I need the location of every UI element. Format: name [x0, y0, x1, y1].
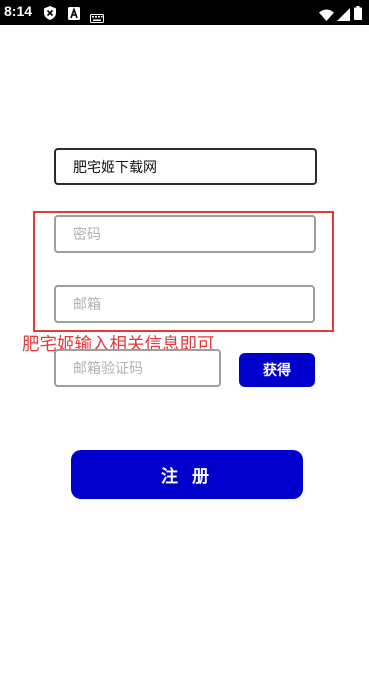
shield-icon: [44, 5, 56, 24]
a-box-icon: [68, 5, 80, 24]
code-placeholder: 邮箱验证码: [73, 361, 143, 377]
register-label: 注 册: [161, 467, 213, 487]
status-time: 8:14: [4, 3, 33, 19]
get-code-label: 获得: [263, 363, 291, 379]
register-button[interactable]: 注 册: [71, 450, 303, 499]
username-field[interactable]: 肥宅姬下载网: [54, 148, 317, 185]
status-bar: 8:14: [0, 0, 369, 25]
verification-code-field[interactable]: 邮箱验证码: [54, 349, 221, 387]
signal-icon: [337, 6, 350, 25]
wifi-icon: [319, 6, 334, 25]
annotation-highlight-box: [33, 211, 334, 332]
username-value: 肥宅姬下载网: [73, 159, 157, 176]
battery-icon: [354, 5, 362, 24]
get-code-button[interactable]: 获得: [239, 353, 315, 387]
keyboard-icon: [90, 8, 104, 27]
